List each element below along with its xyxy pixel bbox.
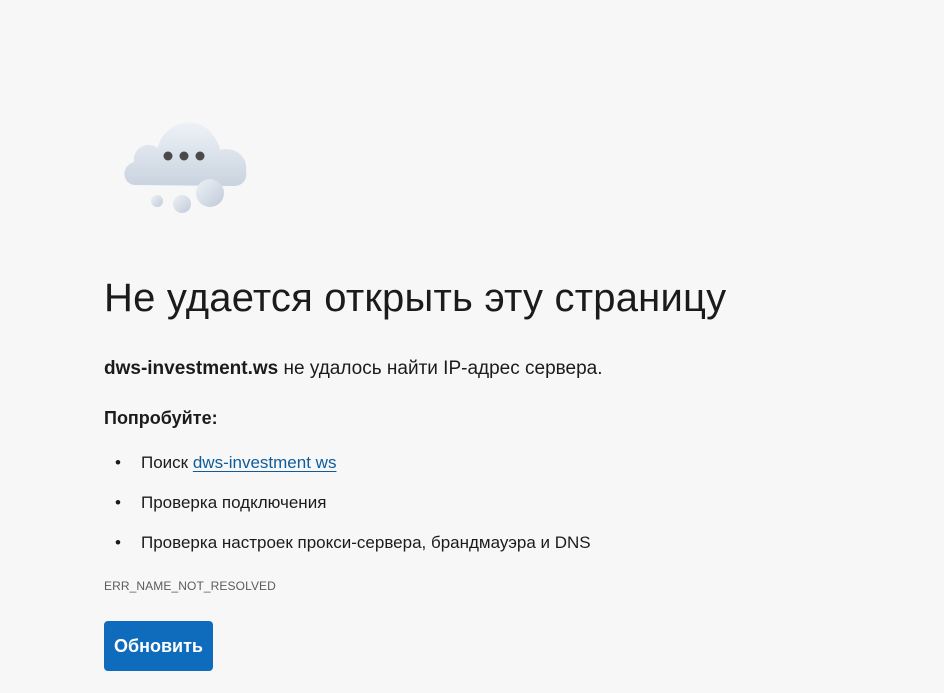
- host-message: не удалось найти IP-адрес сервера.: [278, 358, 603, 379]
- suggestions-list: Поиск dws-investment ws Проверка подключ…: [104, 446, 591, 566]
- search-prefix: Поиск: [141, 453, 193, 472]
- reload-button[interactable]: Обновить: [104, 621, 213, 671]
- try-heading: Попробуйте:: [104, 408, 218, 428]
- suggestion-check-proxy: Проверка настроек прокси-сервера, брандм…: [104, 526, 591, 566]
- error-page: Не удается открыть эту страницу dws-inve…: [104, 0, 904, 693]
- suggestion-search: Поиск dws-investment ws: [104, 446, 591, 486]
- host-name: dws-investment.ws: [104, 358, 279, 379]
- error-code: ERR_NAME_NOT_RESOLVED: [104, 579, 276, 593]
- cloud-with-dots-icon: [124, 122, 247, 213]
- page-title: Не удается открыть эту страницу: [104, 276, 727, 320]
- search-link[interactable]: dws-investment ws: [193, 453, 337, 472]
- error-description: dws-investment.ws не удалось найти IP-ад…: [104, 358, 603, 380]
- suggestion-check-connection: Проверка подключения: [104, 486, 591, 526]
